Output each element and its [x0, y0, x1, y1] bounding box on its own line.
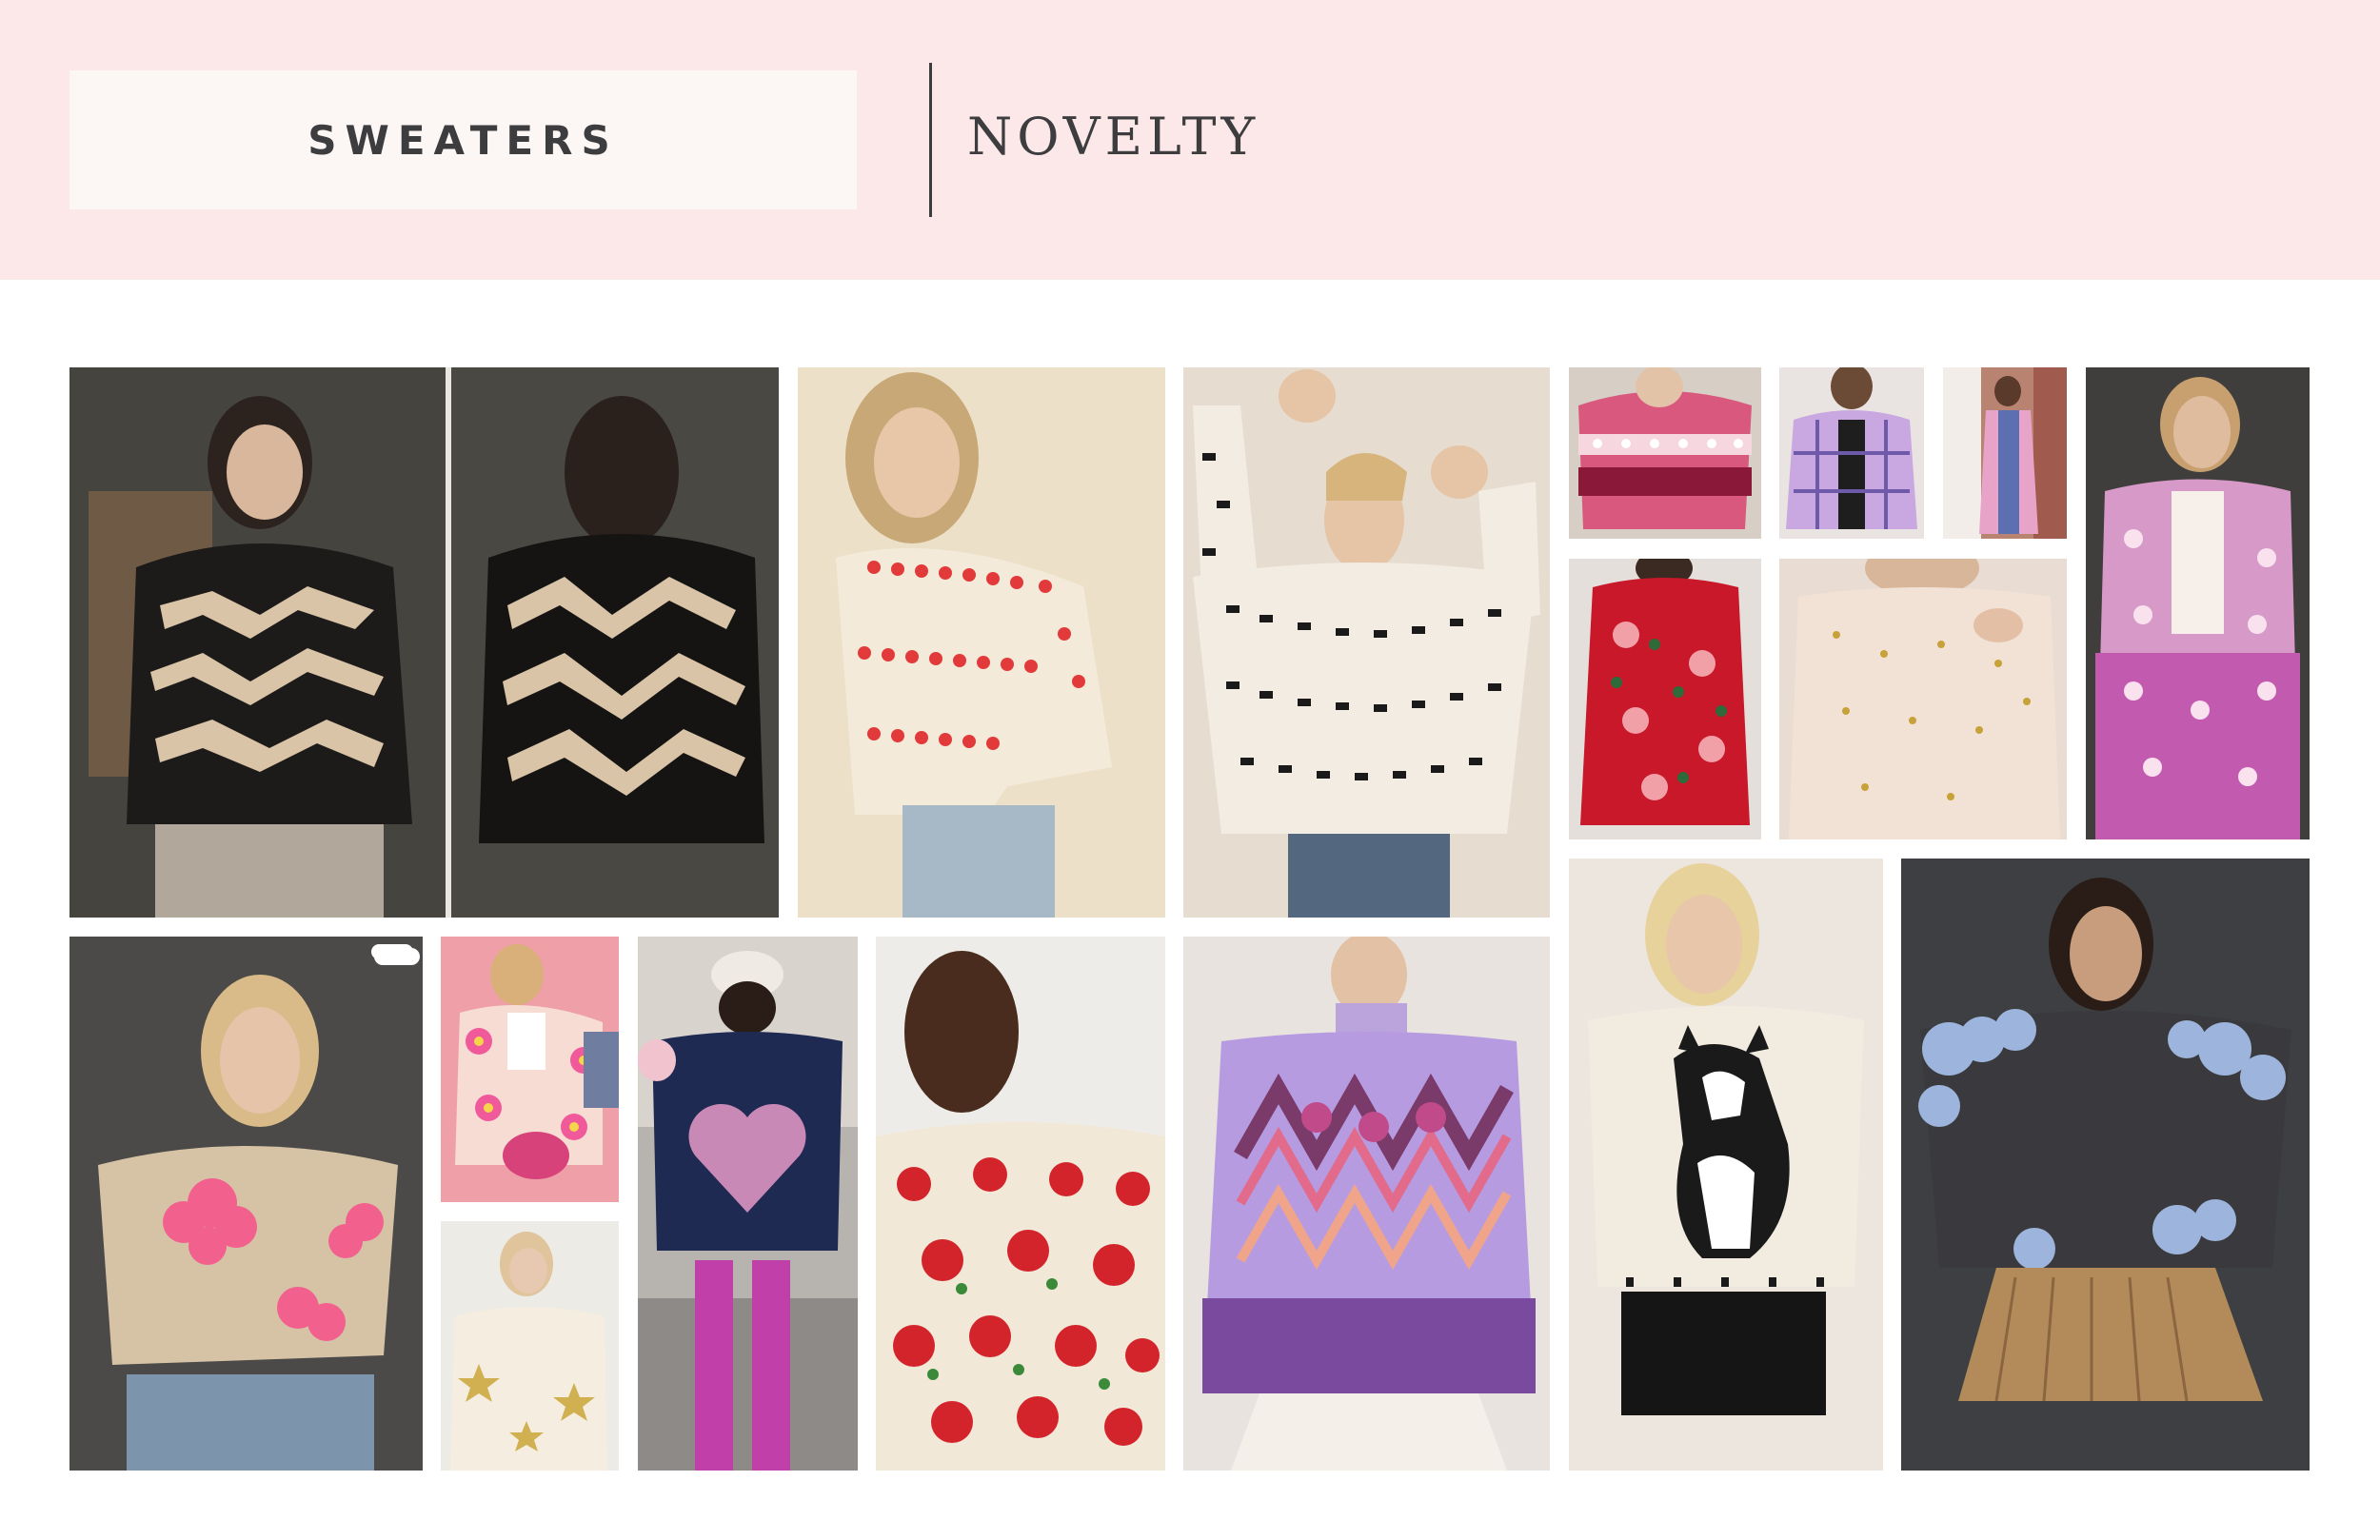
- beige-pink-flower-crop-sweater-photo[interactable]: [69, 937, 423, 1471]
- category-title: SWEATERS: [307, 116, 619, 164]
- pink-heart-long-cardigan-photo[interactable]: [2086, 367, 2310, 839]
- cream-cat-sweater-photo[interactable]: [1569, 859, 1883, 1471]
- black-zebra-turtleneck-sweater-photo[interactable]: [69, 367, 779, 918]
- cream-red-rose-cardigan-photo[interactable]: [876, 937, 1165, 1471]
- pink-flower-cardigan-photo[interactable]: [441, 937, 619, 1202]
- cream-heart-stripe-sweater-photo[interactable]: [798, 367, 1165, 918]
- red-rose-sweater-dress-photo[interactable]: [1569, 559, 1761, 839]
- cream-polka-dot-cardigan-photo[interactable]: [1779, 559, 2067, 839]
- lilac-zigzag-sweater-photo[interactable]: [1183, 937, 1550, 1471]
- cream-star-sweater-photo[interactable]: [441, 1221, 619, 1471]
- page-header: SWEATERS NOVELTY: [0, 0, 2380, 280]
- subcategory-title: NOVELTY: [967, 107, 1260, 167]
- category-label-box: SWEATERS: [69, 70, 857, 209]
- pink-long-cardigan-street-photo[interactable]: [1943, 367, 2067, 539]
- image-badge: [371, 944, 413, 959]
- navy-heart-back-sweater-photo[interactable]: [638, 937, 858, 1471]
- charcoal-blue-cloud-sweater-photo[interactable]: [1901, 859, 2310, 1471]
- header-divider: [929, 63, 932, 217]
- lilac-plaid-cardigan-photo[interactable]: [1779, 367, 1924, 539]
- pink-heart-fairisle-sweater-photo[interactable]: [1569, 367, 1761, 539]
- cream-black-bobble-sweater-photo[interactable]: [1183, 367, 1550, 918]
